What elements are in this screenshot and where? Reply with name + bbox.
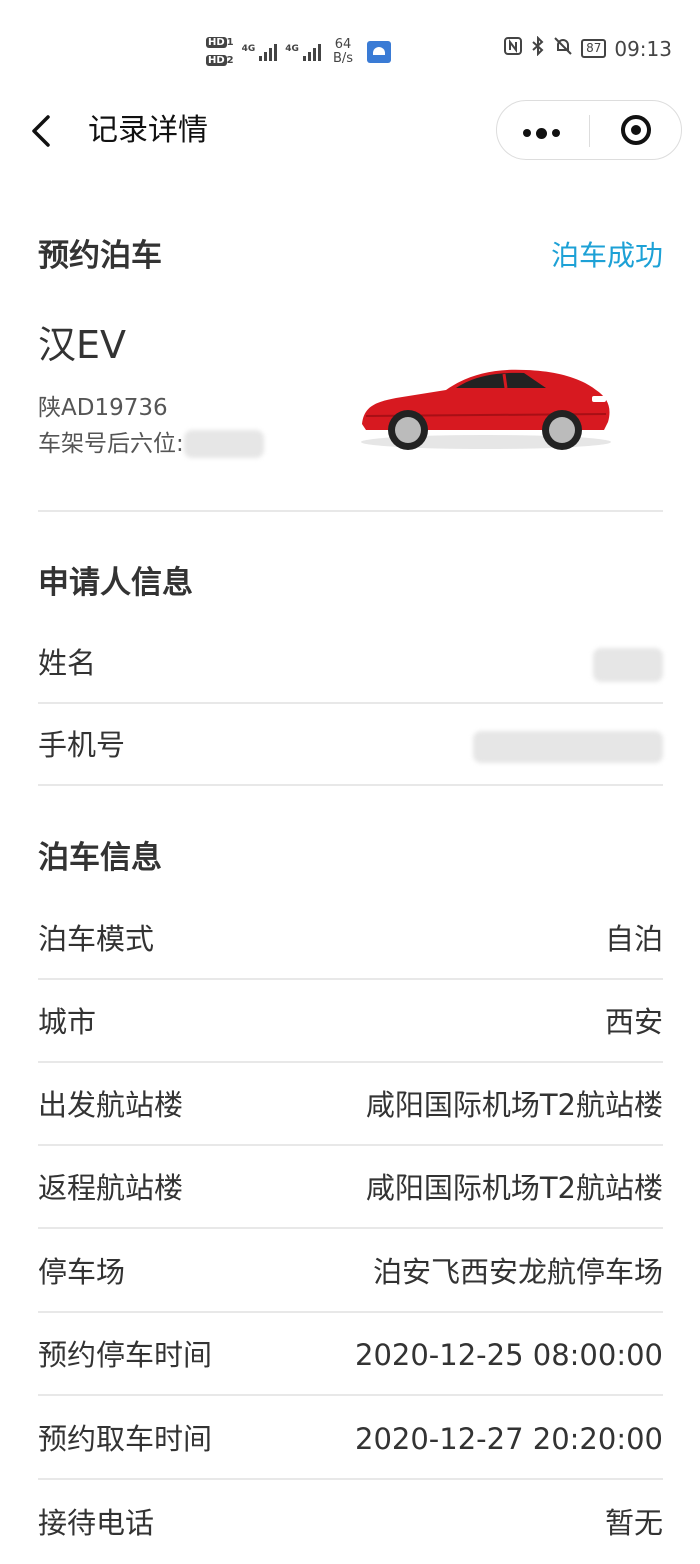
- clock: 09:13: [614, 36, 672, 61]
- bluetooth-icon: [531, 35, 545, 61]
- target-close-icon[interactable]: [621, 115, 651, 145]
- row-value: 2020-12-25 08:00:00: [355, 1338, 663, 1372]
- phone-blurred-value: [473, 704, 663, 786]
- status-right: 87 09:13: [503, 35, 672, 61]
- parking-title: 泊车信息: [38, 840, 162, 876]
- parking-lot-row: 停车场 泊安飞西安龙航停车场: [38, 1231, 663, 1313]
- name-blurred-value: [593, 622, 663, 704]
- row-label: 手机号: [38, 728, 126, 762]
- park-time-row: 预约停车时间 2020-12-25 08:00:00: [38, 1314, 663, 1396]
- parking-mode-row: 泊车模式 自泊: [38, 898, 663, 980]
- vin-label: 车架号后六位:: [38, 431, 184, 457]
- row-label: 出发航站楼: [38, 1088, 184, 1122]
- nav-bar: 记录详情: [0, 100, 700, 162]
- more-dots-icon[interactable]: [523, 127, 560, 139]
- row-value: 咸阳国际机场T2航站楼: [365, 1171, 663, 1205]
- status-bar: HD 1 HD 2 4G 4G 64 B/s 87 09:13: [0, 0, 700, 100]
- hd-indicator-1: HD 1: [206, 37, 234, 48]
- pickup-time-row: 预约取车时间 2020-12-27 20:20:00: [38, 1398, 663, 1480]
- red-sedan-image: [361, 369, 611, 450]
- applicant-phone-row: 手机号: [38, 704, 663, 786]
- bell-off-icon: [553, 36, 573, 61]
- chevron-left-icon: [32, 115, 50, 147]
- row-label: 城市: [38, 1005, 97, 1039]
- row-value: 暂无: [604, 1506, 663, 1540]
- status-left: HD 1 HD 2 4G 4G 64 B/s: [206, 32, 392, 72]
- row-label: 接待电话: [38, 1506, 155, 1540]
- battery-icon: 87: [581, 39, 607, 58]
- row-value: 西安: [604, 1005, 663, 1039]
- signal-2-icon: 4G: [285, 43, 321, 61]
- status-badge: 泊车成功: [550, 239, 663, 272]
- departure-terminal-row: 出发航站楼 咸阳国际机场T2航站楼: [38, 1064, 663, 1146]
- back-button[interactable]: [28, 114, 58, 148]
- row-value: 咸阳国际机场T2航站楼: [365, 1088, 663, 1122]
- reception-phone-row: 接待电话 暂无: [38, 1482, 663, 1564]
- vin-blurred-value: [183, 430, 264, 458]
- row-label: 停车场: [38, 1255, 126, 1289]
- network-speed: 64 B/s: [332, 37, 354, 66]
- hd-indicators: HD 1 HD 2: [206, 37, 234, 67]
- section-divider: [38, 510, 663, 512]
- mini-program-capsule: [496, 100, 682, 160]
- row-value: 自泊: [604, 922, 663, 956]
- row-value: 2020-12-27 20:20:00: [355, 1422, 663, 1456]
- page-title: 记录详情: [88, 113, 208, 148]
- hd-indicator-2: HD 2: [206, 55, 234, 66]
- row-label: 返程航站楼: [38, 1171, 184, 1205]
- row-label: 泊车模式: [38, 922, 155, 956]
- row-label: 预约取车时间: [38, 1422, 213, 1456]
- capsule-divider: [589, 115, 590, 147]
- city-row: 城市 西安: [38, 981, 663, 1063]
- row-value: 泊安飞西安龙航停车场: [372, 1255, 663, 1289]
- signal-1-icon: 4G: [242, 43, 278, 61]
- nfc-icon: [503, 36, 523, 61]
- applicant-title: 申请人信息: [38, 565, 193, 601]
- row-label: 姓名: [38, 646, 97, 680]
- parking-section-header: 泊车信息: [38, 838, 663, 878]
- booking-section: 预约泊车 泊车成功 汉EV 陕AD19736 车架号后六位:: [38, 236, 663, 476]
- return-terminal-row: 返程航站楼 咸阳国际机场T2航站楼: [38, 1147, 663, 1229]
- app-notification-icon: [367, 41, 392, 63]
- applicant-section-header: 申请人信息: [38, 563, 663, 603]
- row-label: 预约停车时间: [38, 1338, 213, 1372]
- applicant-name-row: 姓名: [38, 622, 663, 704]
